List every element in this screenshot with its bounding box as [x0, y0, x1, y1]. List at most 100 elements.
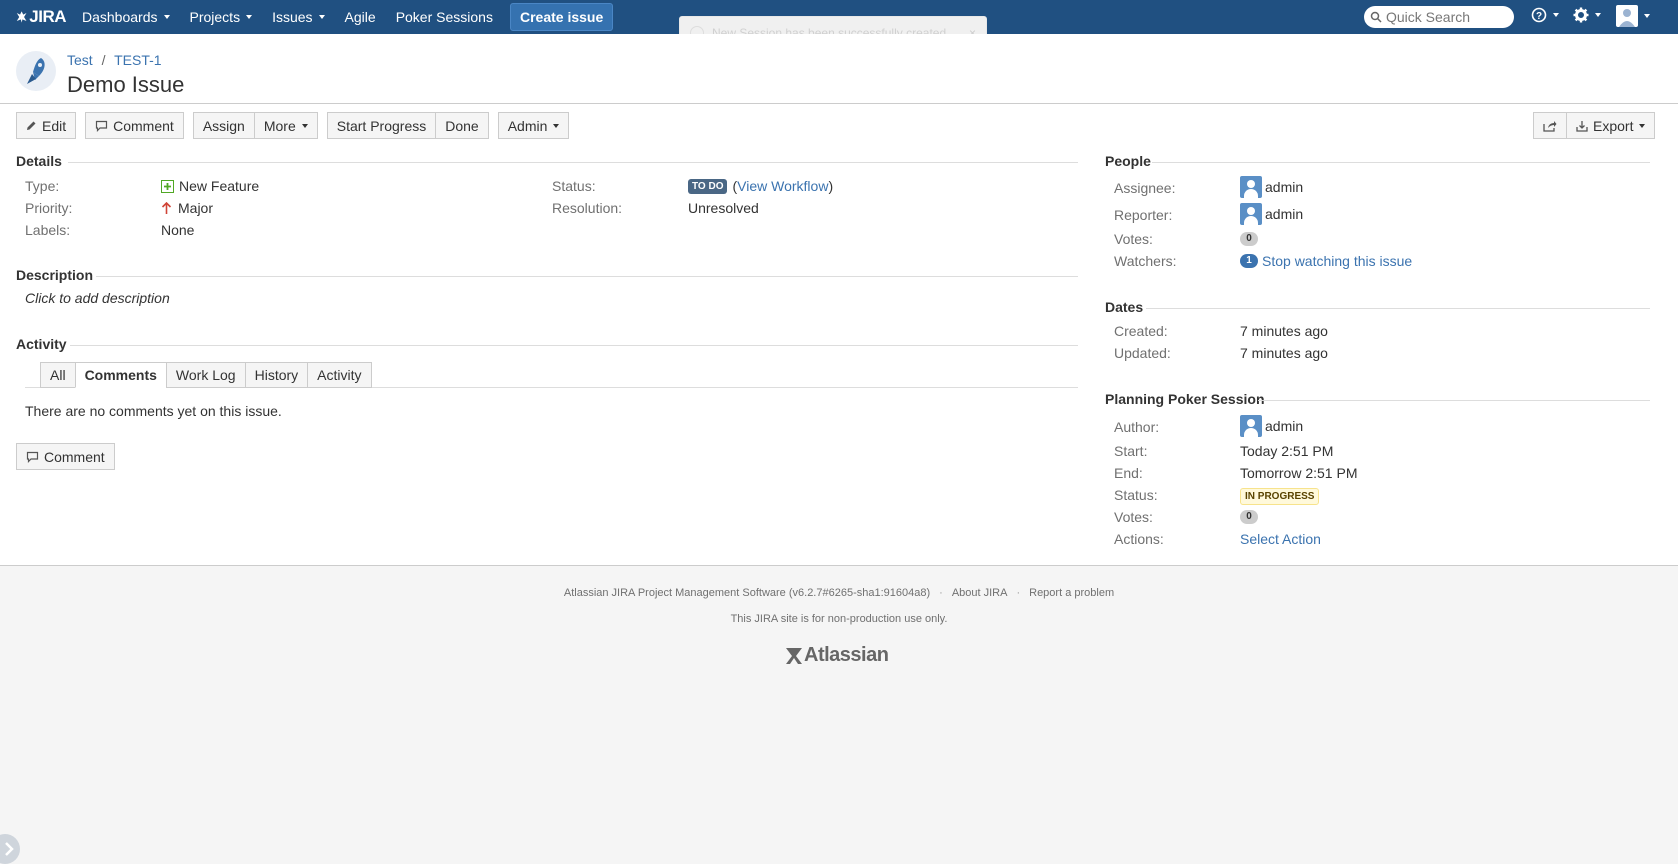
assign-button[interactable]: Assign	[192, 112, 255, 139]
watchers-badge[interactable]: 1	[1240, 254, 1258, 268]
tab-comments[interactable]: Comments	[74, 362, 167, 388]
type-value[interactable]: New Feature	[161, 178, 259, 194]
votes-value[interactable]: 0	[1240, 232, 1258, 246]
nav-issues-label: Issues	[272, 9, 313, 25]
page-title[interactable]: Demo Issue	[67, 72, 184, 98]
reporter-name: admin	[1265, 206, 1304, 222]
nav-issues[interactable]: Issues	[272, 9, 325, 25]
pencil-icon	[26, 120, 37, 131]
chevron-down-icon	[301, 123, 308, 128]
done-button[interactable]: Done	[435, 112, 489, 139]
view-workflow-link[interactable]: View Workflow	[737, 178, 828, 194]
edit-button[interactable]: Edit	[16, 112, 77, 139]
admin-group: Admin	[497, 112, 570, 139]
end-label: End:	[1114, 465, 1143, 481]
people-heading: People	[1105, 153, 1151, 169]
edit-label: Edit	[42, 117, 67, 134]
updated-value: 7 minutes ago	[1240, 345, 1328, 361]
breadcrumb-issue-key[interactable]: TEST-1	[114, 52, 161, 68]
activity-heading: Activity	[16, 336, 67, 352]
comment-footer-toolbar: Comment	[16, 443, 115, 470]
avatar	[1240, 176, 1262, 198]
tab-activity[interactable]: Activity	[307, 362, 372, 388]
tab-work-log[interactable]: Work Log	[165, 362, 246, 388]
author-name: admin	[1265, 418, 1304, 434]
comment-group: Comment	[85, 112, 184, 139]
nav-projects[interactable]: Projects	[190, 9, 253, 25]
search-icon	[1370, 11, 1382, 23]
admin-label: Admin	[507, 117, 548, 134]
author-value[interactable]: admin	[1240, 415, 1303, 437]
priority-major-icon	[161, 201, 172, 214]
atlassian-logo-icon	[786, 647, 802, 664]
comment-label: Comment	[113, 117, 174, 134]
stop-watching-link[interactable]: Stop watching this issue	[1262, 253, 1412, 269]
sidebar-toggle[interactable]	[0, 834, 20, 864]
poker-status-value: IN PROGRESS	[1240, 488, 1320, 505]
description-rule	[96, 276, 1078, 277]
issue-view: Test / TEST-1 Demo Issue Edit Comment As…	[0, 34, 1678, 566]
nav-agile[interactable]: Agile	[345, 9, 376, 25]
settings-menu[interactable]	[1573, 7, 1601, 23]
export-button[interactable]: Export	[1566, 112, 1656, 139]
assignee-value[interactable]: admin	[1240, 176, 1303, 198]
labels-label: Labels:	[25, 222, 71, 238]
tab-history[interactable]: History	[244, 362, 309, 388]
add-comment-button[interactable]: Comment	[16, 443, 115, 470]
select-action-link[interactable]: Select Action	[1240, 531, 1321, 547]
poker-heading: Planning Poker Session	[1105, 391, 1265, 407]
share-button[interactable]	[1533, 112, 1567, 139]
tab-all[interactable]: All	[40, 362, 76, 388]
details-rule	[68, 162, 1078, 163]
poker-rule	[1258, 400, 1650, 401]
create-issue-button[interactable]: Create issue	[509, 3, 614, 31]
comment-icon	[95, 120, 108, 132]
share-export-group: Export	[1533, 112, 1656, 139]
user-icon	[1616, 5, 1638, 27]
project-avatar[interactable]	[16, 51, 56, 91]
start-progress-button[interactable]: Start Progress	[326, 112, 437, 139]
start-label: Start:	[1114, 443, 1148, 459]
status-label: Status:	[552, 178, 596, 194]
updated-label: Updated:	[1114, 345, 1171, 361]
votes-label: Votes:	[1114, 231, 1153, 247]
reporter-label: Reporter:	[1114, 207, 1173, 223]
quick-search-input[interactable]: Quick Search	[1364, 6, 1514, 28]
author-label: Author:	[1114, 419, 1160, 435]
description-placeholder[interactable]: Click to add description	[25, 290, 170, 306]
footer-about-link[interactable]: About JIRA	[952, 587, 1008, 599]
help-menu[interactable]: ?	[1531, 7, 1559, 23]
jira-logo[interactable]: JIRA	[16, 7, 66, 27]
assignee-name: admin	[1265, 179, 1304, 195]
nav-dashboards[interactable]: Dashboards	[82, 9, 170, 25]
nav-agile-label: Agile	[344, 9, 376, 25]
poker-votes-badge: 0	[1240, 510, 1258, 524]
breadcrumb-separator: /	[101, 52, 106, 68]
type-label: Type:	[25, 178, 60, 194]
export-icon	[1576, 120, 1588, 132]
type-value-text: New Feature	[179, 178, 260, 194]
reporter-value[interactable]: admin	[1240, 203, 1303, 225]
poker-status-lozenge: IN PROGRESS	[1240, 488, 1320, 505]
user-menu[interactable]	[1616, 5, 1650, 27]
status-lozenge: TO DO	[688, 178, 728, 194]
new-feature-icon	[161, 179, 174, 193]
admin-button[interactable]: Admin	[497, 112, 570, 139]
activity-tabs: All Comments Work Log History Activity	[40, 362, 372, 388]
chevron-down-icon	[1639, 123, 1646, 128]
nav-poker-sessions[interactable]: Poker Sessions	[396, 9, 493, 25]
footer-report-link[interactable]: Report a problem	[1029, 587, 1114, 599]
chevron-right-icon	[5, 842, 14, 856]
atlassian-logo[interactable]: Atlassian	[784, 644, 889, 667]
priority-label: Priority:	[25, 200, 73, 216]
breadcrumb-project[interactable]: Test	[67, 52, 93, 68]
gear-icon	[1573, 7, 1589, 23]
dates-heading: Dates	[1105, 299, 1144, 315]
export-label: Export	[1593, 117, 1634, 134]
more-button[interactable]: More	[253, 112, 318, 139]
divider	[0, 103, 1678, 104]
labels-value[interactable]: None	[161, 222, 194, 238]
chevron-down-icon	[163, 15, 170, 19]
priority-value[interactable]: Major	[161, 200, 213, 216]
comment-button[interactable]: Comment	[85, 112, 184, 139]
